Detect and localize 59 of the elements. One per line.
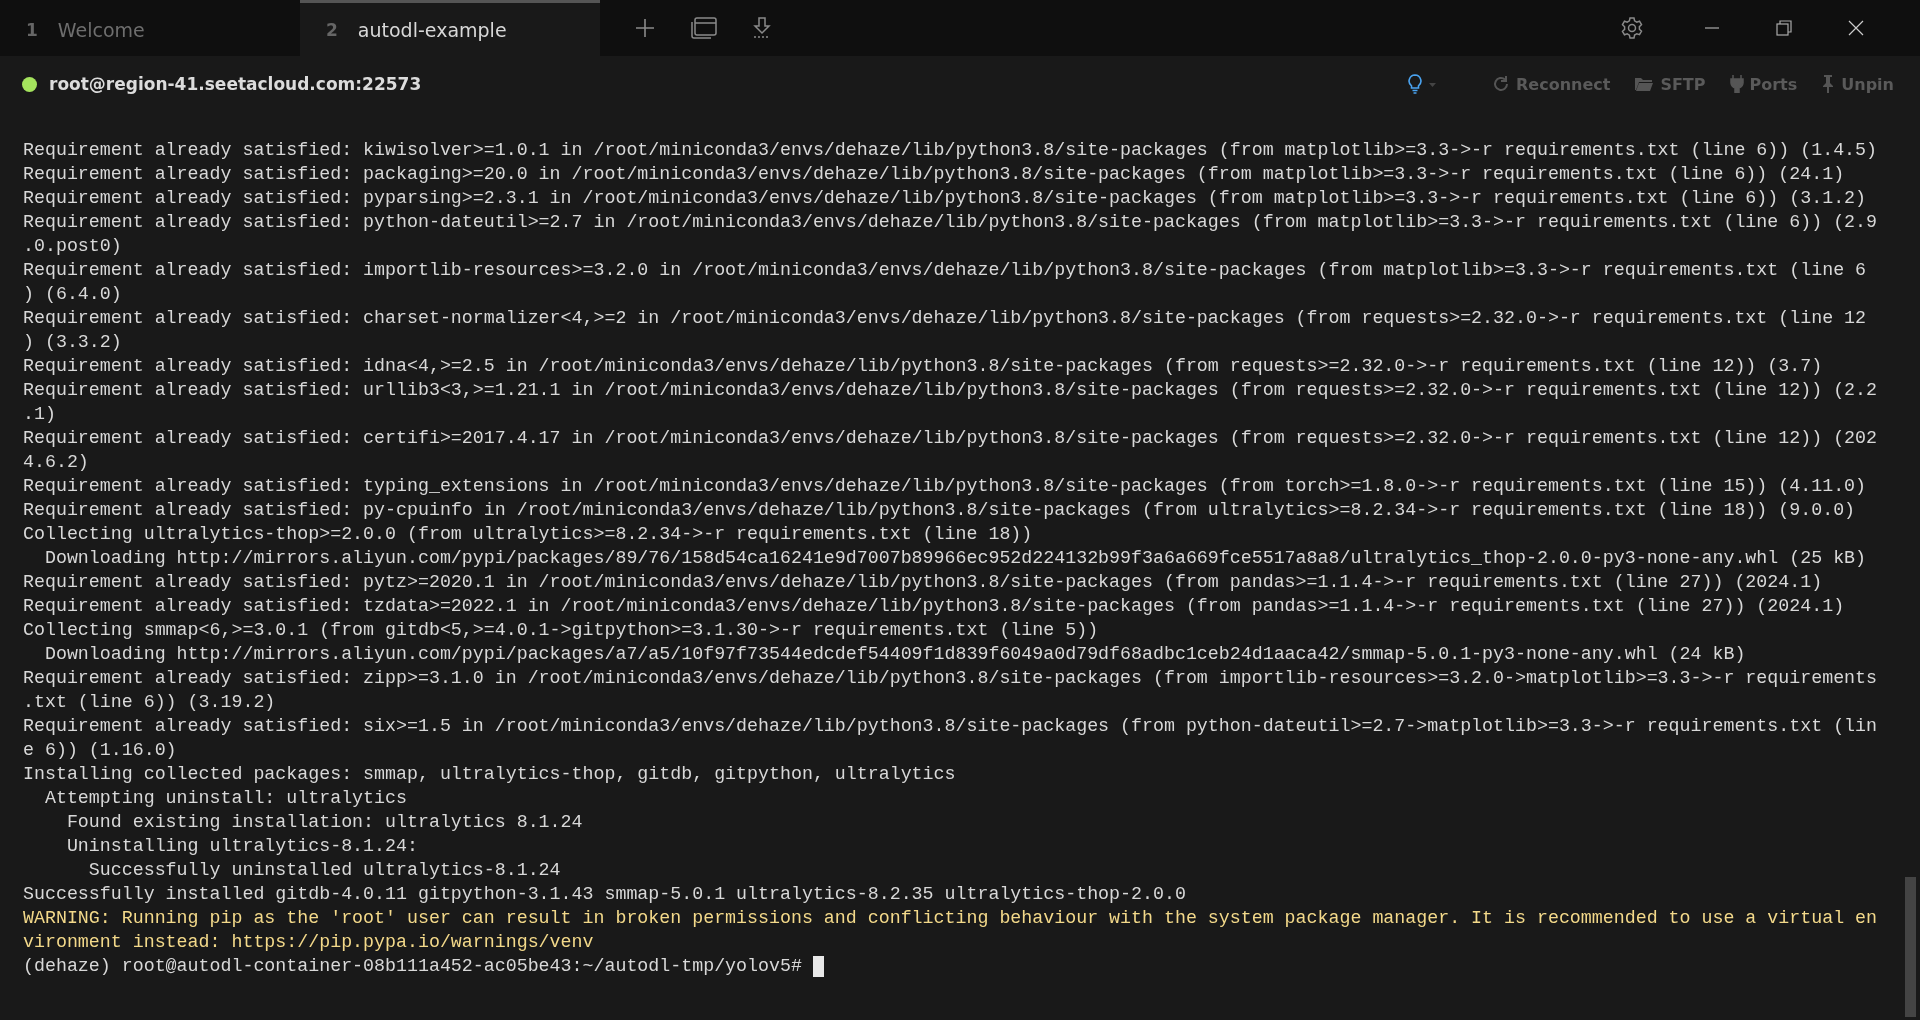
output-line: Requirement already satisfied: python-dateutil>=2.7 in /root/miniconda3/envs/dehaze/lib/python3.8/site-packages (from matplotlib>=3.3->-r requirements.txt (line 6)) (2.9 — [23, 211, 1879, 234]
output-line: Attempting uninstall: ultralytics — [43, 787, 408, 810]
output-line: .1) — [23, 403, 57, 426]
tab-number: 1 — [26, 19, 38, 40]
output-line: ) (3.3.2) — [23, 331, 123, 354]
settings-icon[interactable] — [1620, 16, 1644, 40]
output-line: Requirement already satisfied: pyparsing>=2.3.1 in /root/miniconda3/envs/dehaze/lib/python3.8/site-packages (from matplotlib>=3.3->-r requirements.txt (line 6)) (3.1.2) — [23, 187, 1868, 210]
output-line: Requirement already satisfied: packaging>=20.0 in /root/miniconda3/envs/dehaze/lib/python3.8/site-packages (from matplotlib>=3.3->-r requirements.txt (line 6)) (24.1) — [23, 163, 1846, 186]
output-line: Requirement already satisfied: py-cpuinfo in /root/miniconda3/envs/dehaze/lib/python3.8/site-packages (from ultralytics>=8.2.34->-r requirements.txt (line 18)) (9.0.0) — [23, 499, 1857, 522]
output-line: Downloading http://mirrors.aliyun.com/pypi/packages/89/76/158d54ca16241e9d7007b89966ec952d224132b99f3a6a669fce5517a8a8/ultralytics_thop-2.0.0-py3-none-any.whl (25 kB) — [43, 547, 1868, 570]
output-line: Requirement already satisfied: urllib3<3,>=1.21.1 in /root/miniconda3/envs/dehaze/lib/python3.8/site-packages (from requests>=2.32.0->-r requirements.txt (line 12)) (2.2 — [23, 379, 1879, 402]
pin-icon — [1821, 75, 1836, 93]
windows-icon[interactable] — [690, 16, 718, 40]
output-line: Downloading http://mirrors.aliyun.com/pypi/packages/a7/a5/10f97f73544edcdef54409f1d839f6049a0d79df68adbc1ceb24d1aaca42/smmap-5.0.1-py3-none-any.whl (24 kB) — [43, 643, 1747, 666]
warning-line: vironment instead: https://pip.pypa.io/warnings/venv — [23, 931, 595, 954]
output-line: Requirement already satisfied: pytz>=2020.1 in /root/miniconda3/envs/dehaze/lib/python3.8/site-packages (from pandas>=1.1.4->-r requirements.txt (line 27)) (2024.1) — [23, 571, 1824, 594]
plug-icon — [1729, 75, 1744, 93]
output-line: Requirement already satisfied: idna<4,>=2.5 in /root/miniconda3/envs/dehaze/lib/python3.8/site-packages (from requests>=2.32.0->-r requirements.txt (line 12)) (3.7) — [23, 355, 1824, 378]
restore-icon[interactable] — [1776, 20, 1792, 36]
reconnect-button[interactable]: Reconnect — [1492, 74, 1611, 94]
refresh-icon — [1492, 75, 1510, 93]
output-line: Requirement already satisfied: tzdata>=2022.1 in /root/miniconda3/envs/dehaze/lib/python3.8/site-packages (from pandas>=1.1.4->-r requirements.txt (line 27)) (2024.1) — [23, 595, 1846, 618]
scrollbar-thumb[interactable] — [1905, 877, 1916, 1017]
tab-label: autodl-example — [357, 18, 507, 41]
lightbulb-icon[interactable] — [1408, 74, 1438, 94]
tab-label: Welcome — [57, 18, 145, 41]
output-line: Successfully uninstalled ultralytics-8.1.24 — [87, 859, 562, 882]
output-line: Found existing installation: ultralytics 8.1.24 — [65, 811, 584, 834]
output-line: Installing collected packages: smmap, ultralytics-thop, gitdb, gitpython, ultralytics — [23, 763, 957, 786]
folder-icon — [1634, 76, 1655, 92]
output-line: Requirement already satisfied: typing_extensions in /root/miniconda3/envs/dehaze/lib/python3.8/site-packages (from torch>=1.8.0->-r requirements.txt (line 15)) (4.11.0) — [23, 475, 1868, 498]
terminal-tab[interactable]: 1 Welcome — [0, 0, 300, 56]
output-line: e 6)) (1.16.0) — [23, 739, 178, 762]
output-line: Requirement already satisfied: zipp>=3.1.0 in /root/miniconda3/envs/dehaze/lib/python3.8/site-packages (from importlib-resources>=3.2.0->matplotlib>=3.3->-r requirements — [23, 667, 1879, 690]
unpin-button[interactable]: Unpin — [1821, 74, 1894, 94]
output-line: .txt (line 6)) (3.19.2) — [23, 691, 277, 714]
ports-button[interactable]: Ports — [1729, 74, 1798, 94]
output-line: Requirement already satisfied: six>=1.5 in /root/miniconda3/envs/dehaze/lib/python3.8/site-packages (from python-dateutil>=2.7->matplotlib>=3.3->-r requirements.txt (lin — [23, 715, 1879, 738]
download-icon[interactable] — [752, 16, 772, 40]
output-line: Successfully installed gitdb-4.0.11 gitpython-3.1.43 smmap-5.0.1 ultralytics-8.2.35 ultralytics-thop-2.0.0 — [23, 883, 1187, 906]
sftp-button[interactable]: SFTP — [1634, 74, 1706, 94]
output-line: Uninstalling ultralytics-8.1.24: — [65, 835, 419, 858]
host-label: root@region-41.seetacloud.com:22573 — [49, 74, 422, 94]
output-line: Collecting ultralytics-thop>=2.0.0 (from ultralytics>=8.2.34->-r requirements.txt (line 18)) — [23, 523, 1034, 546]
shell-prompt: (dehaze) root@autodl-container-08b111a452-ac05be43:~/autodl-tmp/yolov5# — [23, 954, 1920, 978]
close-icon[interactable] — [1848, 20, 1864, 36]
terminal-tab[interactable]: 2 autodl-example — [300, 0, 600, 56]
output-line: Requirement already satisfied: certifi>=2017.4.17 in /root/miniconda3/envs/dehaze/lib/python3.8/site-packages (from requests>=2.32.0->-r requirements.txt (line 12)) (202 — [23, 427, 1879, 450]
output-line: Requirement already satisfied: importlib-resources>=3.2.0 in /root/miniconda3/envs/dehaze/lib/python3.8/site-packages (from matplotlib>=3.3->-r requirements.txt (line 6 — [23, 259, 1868, 282]
output-line: Requirement already satisfied: kiwisolver>=1.0.1 in /root/miniconda3/envs/dehaze/lib/python3.8/site-packages (from matplotlib>=3.3->-r requirements.txt (line 6)) (1.4.5) — [23, 139, 1879, 162]
cursor — [812, 955, 824, 977]
output-line: ) (6.4.0) — [23, 283, 123, 306]
output-line: Collecting smmap<6,>=3.0.1 (from gitdb<5,>=4.0.1->gitpython>=3.1.30->-r requirements.txt (line 5)) — [23, 619, 1100, 642]
output-line: Requirement already satisfied: charset-normalizer<4,>=2 in /root/miniconda3/envs/dehaze/lib/python3.8/site-packages (from requests>=2.32.0->-r requirements.txt (line 12 — [23, 307, 1868, 330]
output-line: 4.6.2) — [23, 451, 90, 474]
output-line: .0.post0) — [23, 235, 123, 258]
warning-line: WARNING: Running pip as the 'root' user can result in broken permissions and conflicting behaviour with the system package manager. It is recommended to use a virtual en — [23, 907, 1879, 930]
tab-number: 2 — [326, 19, 338, 40]
plus-icon[interactable] — [634, 17, 656, 39]
